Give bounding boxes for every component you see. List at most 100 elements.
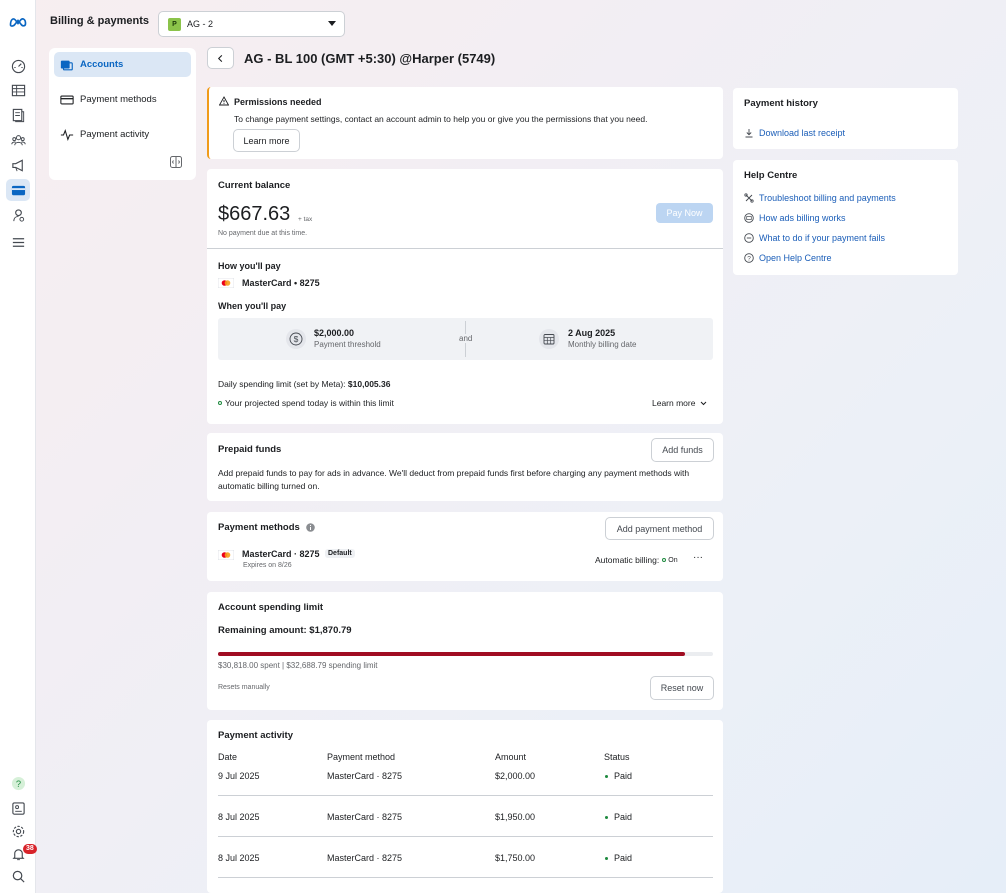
help-links: Troubleshoot billing and payments How ad… bbox=[744, 188, 896, 268]
daily-limit-label: Daily spending limit (set by Meta): bbox=[218, 379, 348, 389]
how-you-pay-title: How you'll pay bbox=[218, 261, 281, 271]
add-payment-method-button[interactable]: Add payment method bbox=[605, 517, 714, 540]
permissions-banner: Permissions needed To change payment set… bbox=[207, 87, 723, 159]
table-icon[interactable] bbox=[6, 79, 30, 101]
sidebar-item-label: Payment methods bbox=[80, 94, 157, 105]
projected-spend-text: Your projected spend today is within thi… bbox=[225, 398, 394, 408]
column-header-payment-method: Payment method bbox=[327, 752, 396, 762]
page-title: AG - BL 100 (GMT +5:30) @Harper (5749) bbox=[244, 50, 496, 66]
credit-card-icon bbox=[60, 95, 74, 104]
paid-dot-icon bbox=[605, 774, 608, 778]
download-receipt-link[interactable]: Download last receipt bbox=[744, 123, 845, 143]
menu-icon[interactable] bbox=[6, 231, 30, 253]
billing-triggers: $ $2,000.00 Payment threshold and 2 Aug … bbox=[218, 318, 713, 360]
learn-more-toggle[interactable]: Learn more bbox=[652, 398, 707, 408]
balance-amount: $667.63 bbox=[218, 203, 291, 225]
svg-text:?: ? bbox=[15, 778, 20, 788]
back-button[interactable] bbox=[207, 47, 234, 69]
table-header: Date Payment method Amount Status bbox=[218, 752, 713, 764]
chevron-left-icon bbox=[217, 54, 223, 62]
payment-card-label: MasterCard • 8275 bbox=[242, 278, 320, 288]
cell-payment-method: MasterCard · 8275 bbox=[327, 853, 403, 863]
payment-methods-card: Payment methods Add payment method Maste… bbox=[207, 512, 723, 581]
more-options-icon[interactable]: ··· bbox=[693, 552, 703, 563]
account-selector[interactable]: P AG - 2 bbox=[158, 11, 345, 37]
search-icon[interactable] bbox=[6, 865, 30, 887]
meta-logo-icon[interactable] bbox=[6, 11, 30, 33]
billing-card-icon[interactable] bbox=[6, 179, 30, 201]
help-link-label: Troubleshoot billing and payments bbox=[759, 193, 896, 203]
status-label: Paid bbox=[614, 771, 633, 781]
payment-methods-title: Payment methods bbox=[218, 522, 300, 533]
help-link-troubleshoot[interactable]: Troubleshoot billing and payments bbox=[744, 188, 896, 208]
reset-now-button[interactable]: Reset now bbox=[650, 676, 714, 700]
table-row[interactable]: 8 Jul 2025 MasterCard · 8275 $1,950.00 P… bbox=[218, 796, 713, 837]
minus-circle-icon bbox=[744, 233, 754, 243]
current-balance-card: Current balance $667.63 + tax No payment… bbox=[207, 169, 723, 424]
help-link-billing-works[interactable]: How ads billing works bbox=[744, 208, 896, 228]
notifications-icon[interactable]: 38 bbox=[6, 843, 37, 865]
account-name: AG - 2 bbox=[187, 19, 214, 29]
sidebar-item-payment-methods[interactable]: Payment methods bbox=[54, 87, 191, 112]
sidebar-item-accounts[interactable]: Accounts bbox=[54, 52, 191, 77]
cell-amount: $1,750.00 bbox=[495, 853, 536, 863]
caret-down-icon bbox=[328, 21, 336, 26]
cell-status: Paid bbox=[605, 771, 632, 781]
threshold-value: $2,000.00 bbox=[314, 328, 355, 338]
daily-limit-value: $10,005.36 bbox=[347, 379, 391, 389]
download-icon bbox=[745, 129, 753, 138]
resets-note: Resets manually bbox=[218, 684, 270, 691]
help-icon[interactable]: ? bbox=[6, 772, 30, 794]
paid-dot-icon bbox=[605, 815, 608, 819]
svg-text:?: ? bbox=[747, 255, 751, 262]
calendar-icon bbox=[539, 329, 559, 349]
billing-info-icon bbox=[744, 213, 754, 223]
daily-limit-row: Daily spending limit (set by Meta): $10,… bbox=[218, 379, 390, 389]
remaining-amount: Remaining amount: $1,870.79 bbox=[218, 625, 352, 636]
dollar-icon: $ bbox=[286, 329, 306, 349]
help-centre-card: Help Centre Troubleshoot billing and pay… bbox=[733, 160, 958, 275]
projected-spend-row: Your projected spend today is within thi… bbox=[218, 398, 394, 408]
help-link-label: Open Help Centre bbox=[759, 253, 832, 263]
pages-icon[interactable] bbox=[6, 104, 30, 126]
mastercard-icon bbox=[218, 550, 234, 560]
automatic-billing-value: On bbox=[668, 556, 678, 564]
table-row[interactable]: 8 Jul 2025 MasterCard · 8275 $1,750.00 P… bbox=[218, 837, 713, 878]
sidebar-item-payment-activity[interactable]: Payment activity bbox=[54, 122, 191, 147]
pay-now-button[interactable]: Pay Now bbox=[656, 203, 713, 223]
permissions-title: Permissions needed bbox=[234, 97, 322, 107]
status-label: Paid bbox=[614, 853, 633, 863]
table-row[interactable]: 9 Jul 2025 MasterCard · 8275 $2,000.00 P… bbox=[218, 765, 713, 796]
dashboard-icon[interactable] bbox=[6, 55, 30, 77]
status-label: Paid bbox=[614, 812, 633, 822]
collapse-sidebar-icon[interactable] bbox=[170, 156, 182, 168]
help-link-label: How ads billing works bbox=[759, 213, 846, 223]
svg-text:$: $ bbox=[294, 334, 299, 344]
audience-icon[interactable] bbox=[6, 129, 30, 151]
billing-date-label: Monthly billing date bbox=[568, 340, 637, 349]
megaphone-icon[interactable] bbox=[6, 154, 30, 176]
info-icon[interactable] bbox=[306, 523, 315, 532]
column-header-date: Date bbox=[218, 752, 238, 762]
default-badge: Default bbox=[325, 549, 355, 558]
permissions-body: To change payment settings, contact an a… bbox=[234, 114, 648, 124]
cell-amount: $1,950.00 bbox=[495, 812, 536, 822]
mastercard-icon bbox=[218, 278, 234, 288]
help-centre-title: Help Centre bbox=[744, 170, 798, 181]
add-funds-button[interactable]: Add funds bbox=[651, 438, 714, 462]
help-link-open-help-centre[interactable]: ? Open Help Centre bbox=[744, 248, 896, 268]
status-dot-icon bbox=[662, 558, 667, 562]
cell-amount: $2,000.00 bbox=[495, 771, 536, 781]
sidebar: Accounts Payment methods Payment activit… bbox=[49, 48, 196, 180]
permissions-learn-more-button[interactable]: Learn more bbox=[233, 129, 300, 152]
column-header-amount: Amount bbox=[495, 752, 527, 762]
accounts-icon bbox=[60, 60, 73, 70]
left-rail: ? 38 bbox=[0, 0, 37, 893]
spending-progress-bar bbox=[218, 652, 713, 656]
card-expiry: Expires on 8/26 bbox=[243, 562, 292, 569]
news-icon[interactable] bbox=[6, 797, 30, 819]
settings-icon[interactable] bbox=[6, 820, 30, 842]
business-settings-icon[interactable] bbox=[6, 204, 30, 226]
balance-tax: + tax bbox=[298, 216, 313, 223]
help-link-payment-fails[interactable]: What to do if your payment fails bbox=[744, 228, 896, 248]
